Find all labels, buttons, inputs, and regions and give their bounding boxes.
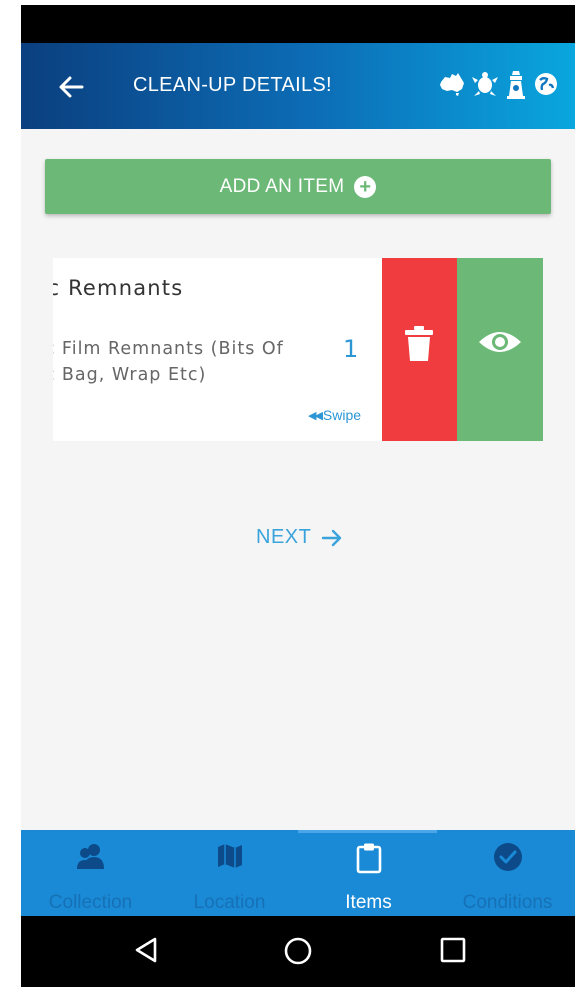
item-quantity: 1 — [343, 335, 359, 363]
system-recents-icon[interactable] — [439, 936, 467, 964]
eye-icon — [479, 332, 521, 352]
nav-tab-location[interactable]: Location — [160, 830, 299, 916]
rewind-icon: ◀◀ — [308, 409, 323, 422]
system-home-icon[interactable] — [283, 936, 313, 966]
item-description: tic Film Remnants (Bits Of tic Bag, Wrap… — [53, 339, 284, 385]
system-back-icon[interactable] — [133, 936, 159, 964]
content-area: ADD AN ITEM + tic Remnants tic Film Remn… — [21, 129, 575, 830]
back-button[interactable] — [51, 67, 91, 107]
swipe-label: Swipe — [322, 407, 362, 423]
nav-tab-conditions[interactable]: Conditions — [438, 830, 577, 916]
view-button[interactable] — [457, 258, 543, 441]
status-bar — [21, 5, 575, 43]
nav-tab-label: Items — [345, 892, 392, 913]
add-item-label: ADD AN ITEM — [219, 175, 345, 197]
check-circle-icon — [493, 843, 522, 871]
bottom-nav: Collection Location Items Conditions — [21, 830, 575, 916]
turtle-icon — [472, 72, 498, 96]
system-nav-bar — [21, 916, 575, 987]
swipe-hint: ◀◀ Swipe — [308, 407, 361, 423]
nav-tab-label: Collection — [48, 892, 133, 913]
app-header: CLEAN-UP DETAILS! — [21, 43, 575, 129]
plus-circle-icon: + — [354, 175, 377, 198]
globe-icon — [535, 73, 557, 95]
nav-tab-label: Location — [193, 892, 266, 913]
australia-map-icon — [440, 73, 464, 96]
nav-tab-collection[interactable]: Collection — [21, 830, 160, 916]
trash-icon — [405, 326, 433, 361]
map-icon — [217, 844, 242, 868]
item-row[interactable]: tic Remnants tic Film Remnants (Bits Of … — [53, 258, 543, 441]
header-logos — [438, 69, 559, 99]
clipboard-icon — [356, 843, 381, 874]
nav-tab-label: Conditions — [462, 892, 553, 913]
arrow-left-icon — [59, 76, 84, 98]
next-button[interactable]: NEXT — [256, 526, 343, 549]
add-item-button[interactable]: ADD AN ITEM + — [45, 159, 551, 214]
item-title: tic Remnants — [53, 276, 184, 300]
page-title: CLEAN-UP DETAILS! — [133, 74, 332, 96]
item-card[interactable]: tic Remnants tic Film Remnants (Bits Of … — [53, 258, 383, 441]
users-icon — [76, 844, 104, 869]
next-label: NEXT — [256, 526, 312, 548]
arrow-right-icon — [322, 529, 342, 546]
delete-button[interactable] — [382, 258, 457, 441]
lighthouse-icon — [507, 71, 525, 99]
nav-tab-items[interactable]: Items — [299, 830, 438, 916]
